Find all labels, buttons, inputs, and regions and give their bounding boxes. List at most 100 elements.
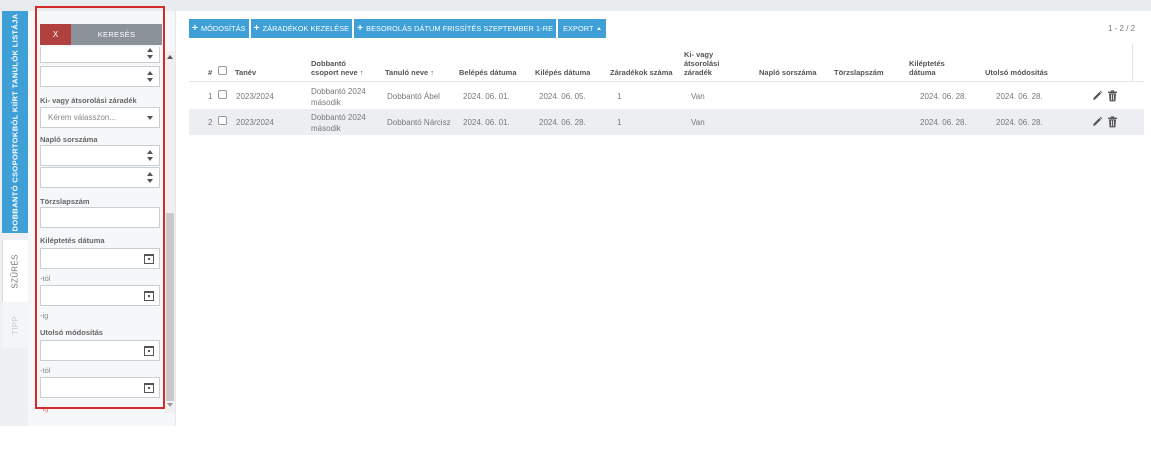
- clause-select[interactable]: Kérem válasszon...: [40, 107, 160, 128]
- refresh-date-label: BESOROLÁS DÁTUM FRISSÍTÉS SZEPTEMBER 1-R…: [366, 24, 554, 33]
- tab-list-label: DOBBANTÓ CSOPORTOKBÓL KIÍRT TANULÓK LIST…: [10, 13, 20, 231]
- chevron-down-icon: [147, 116, 153, 120]
- cell-leave-date: 2024. 06. 28.: [920, 118, 967, 127]
- journal-from-input[interactable]: [40, 145, 160, 166]
- cell-entry: 2024. 06. 01.: [463, 92, 510, 101]
- cell-clause-count: 1: [617, 92, 622, 101]
- export-label: EXPORT: [563, 24, 594, 33]
- register-label: Törzslapszám: [40, 197, 90, 206]
- calendar-icon[interactable]: [144, 291, 154, 301]
- tab-filter-label: SZŰRÉS: [11, 253, 20, 289]
- exit-date-label: Kiléptetés dátuma: [40, 236, 105, 245]
- clauses-label: ZÁRADÉKOK KEZELÉSE: [262, 24, 350, 33]
- caret-up-icon: [596, 27, 601, 30]
- last-mod-from-input[interactable]: [40, 340, 160, 361]
- journal-label: Napló sorszáma: [40, 135, 98, 144]
- col-entry[interactable]: Belépés dátuma: [459, 68, 517, 77]
- pager: 1 - 2 / 2: [1108, 24, 1136, 33]
- scroll-up-icon[interactable]: [167, 55, 173, 59]
- cell-student: Dobbantó Ábel: [387, 92, 440, 101]
- bottom-strip: [0, 426, 1151, 451]
- col-journal[interactable]: Napló sorszáma: [759, 68, 817, 77]
- row-checkbox[interactable]: [218, 90, 227, 99]
- plus-icon: +: [253, 23, 260, 34]
- col-student-label: Tanuló neve: [385, 68, 429, 77]
- clear-filter-button[interactable]: X: [40, 24, 71, 45]
- exit-date-to-input[interactable]: [40, 285, 160, 306]
- tab-filter[interactable]: SZŰRÉS: [2, 240, 28, 302]
- calendar-icon[interactable]: [144, 254, 154, 264]
- table-row[interactable]: 2 2023/2024 Dobbantó 2024 második Dobban…: [189, 109, 1144, 135]
- search-button[interactable]: KERESÉS: [71, 24, 162, 45]
- sort-arrow-icon: ↑: [359, 68, 364, 77]
- edit-pencil-icon[interactable]: [1091, 90, 1103, 102]
- clause-select-placeholder: Kérem válasszon...: [48, 113, 117, 122]
- select-all-checkbox[interactable]: [218, 66, 227, 75]
- modify-button[interactable]: + MÓDOSÍTÁS: [189, 19, 249, 38]
- top-bar: [0, 0, 1151, 11]
- row-checkbox[interactable]: [218, 116, 227, 125]
- cell-last-mod: 2024. 06. 28.: [996, 118, 1043, 127]
- toolbar: + MÓDOSÍTÁS + ZÁRADÉKOK KEZELÉSE + BESOROLÁ…: [189, 19, 608, 38]
- scroll-down-icon[interactable]: [167, 403, 173, 407]
- col-student[interactable]: Tanuló neve ↑: [385, 68, 434, 77]
- col-group[interactable]: Dobbantó csoport neve ↑: [311, 59, 373, 77]
- col-exit[interactable]: Kilépés dátuma: [535, 68, 590, 77]
- cell-clause-count: 1: [617, 118, 622, 127]
- col-register[interactable]: Törzslapszám: [834, 68, 884, 77]
- col-clause-count[interactable]: Záradékok száma: [610, 68, 673, 77]
- from-label: -tól: [40, 274, 51, 283]
- scrollbar-thumb[interactable]: [166, 213, 174, 401]
- filter-panel: X KERESÉS Ki- vagy átsorolási záradék Ké…: [28, 11, 176, 426]
- spinner-icon[interactable]: [147, 172, 154, 184]
- export-button[interactable]: EXPORT: [558, 19, 606, 38]
- col-last-mod[interactable]: Utolsó módosítás: [985, 68, 1048, 77]
- cell-leave-date: 2024. 06. 28.: [920, 92, 967, 101]
- spinner-icon[interactable]: [147, 48, 154, 60]
- clauses-button[interactable]: + ZÁRADÉKOK KEZELÉSE: [250, 19, 353, 38]
- number-field-to[interactable]: [40, 66, 160, 87]
- cell-last-mod: 2024. 06. 28.: [996, 92, 1043, 101]
- row-num: 1: [208, 92, 213, 101]
- col-clause[interactable]: Ki- vagy átsorolási záradék: [684, 50, 740, 77]
- plus-icon: +: [357, 23, 364, 34]
- last-mod-to-input[interactable]: [40, 377, 160, 398]
- cell-group: Dobbantó 2024 második: [311, 113, 366, 133]
- sort-arrow-icon: ↑: [430, 68, 435, 77]
- col-leave-date[interactable]: Kiléptetés dátuma: [909, 59, 959, 77]
- table-row[interactable]: 1 2023/2024 Dobbantó 2024 második Dobban…: [189, 83, 1144, 109]
- data-table: # Tanév Dobbantó csoport neve ↑ Tanuló n…: [189, 44, 1144, 135]
- tab-list[interactable]: DOBBANTÓ CSOPORTOKBÓL KIÍRT TANULÓK LIST…: [2, 11, 28, 233]
- col-year[interactable]: Tanév: [235, 68, 256, 77]
- row-num: 2: [208, 118, 213, 127]
- side-tab-rail: DOBBANTÓ CSOPORTOKBÓL KIÍRT TANULÓK LIST…: [0, 11, 28, 426]
- journal-to-input[interactable]: [40, 167, 160, 188]
- spinner-icon[interactable]: [147, 150, 154, 162]
- cell-year: 2023/2024: [236, 92, 274, 101]
- register-input[interactable]: [40, 207, 160, 228]
- last-mod-label: Utolsó módosítás: [40, 328, 103, 337]
- to-label-2: -ig: [40, 404, 49, 413]
- tab-tip[interactable]: TIPP: [2, 302, 28, 348]
- modify-label: MÓDOSÍTÁS: [200, 24, 246, 33]
- cell-clause: Van: [691, 92, 705, 101]
- table-header: # Tanév Dobbantó csoport neve ↑ Tanuló n…: [189, 44, 1144, 82]
- plus-icon: +: [192, 23, 198, 34]
- edit-pencil-icon[interactable]: [1091, 116, 1103, 128]
- cell-group: Dobbantó 2024 második: [311, 87, 366, 107]
- delete-trash-icon[interactable]: [1107, 116, 1118, 128]
- col-num: #: [208, 68, 213, 77]
- calendar-icon[interactable]: [144, 346, 154, 356]
- refresh-date-button[interactable]: + BESOROLÁS DÁTUM FRISSÍTÉS SZEPTEMBER 1-…: [354, 19, 557, 38]
- calendar-icon[interactable]: [144, 383, 154, 393]
- cell-exit: 2024. 06. 05.: [539, 92, 586, 101]
- tab-tip-label: TIPP: [10, 315, 20, 335]
- delete-trash-icon[interactable]: [1107, 90, 1118, 102]
- filter-scrollbar[interactable]: [165, 51, 175, 413]
- clause-label: Ki- vagy átsorolási záradék: [40, 96, 137, 105]
- exit-date-from-input[interactable]: [40, 248, 160, 269]
- number-field-partial[interactable]: [40, 47, 160, 63]
- spinner-icon[interactable]: [147, 71, 154, 83]
- cell-entry: 2024. 06. 01.: [463, 118, 510, 127]
- header-divider: [1132, 44, 1133, 82]
